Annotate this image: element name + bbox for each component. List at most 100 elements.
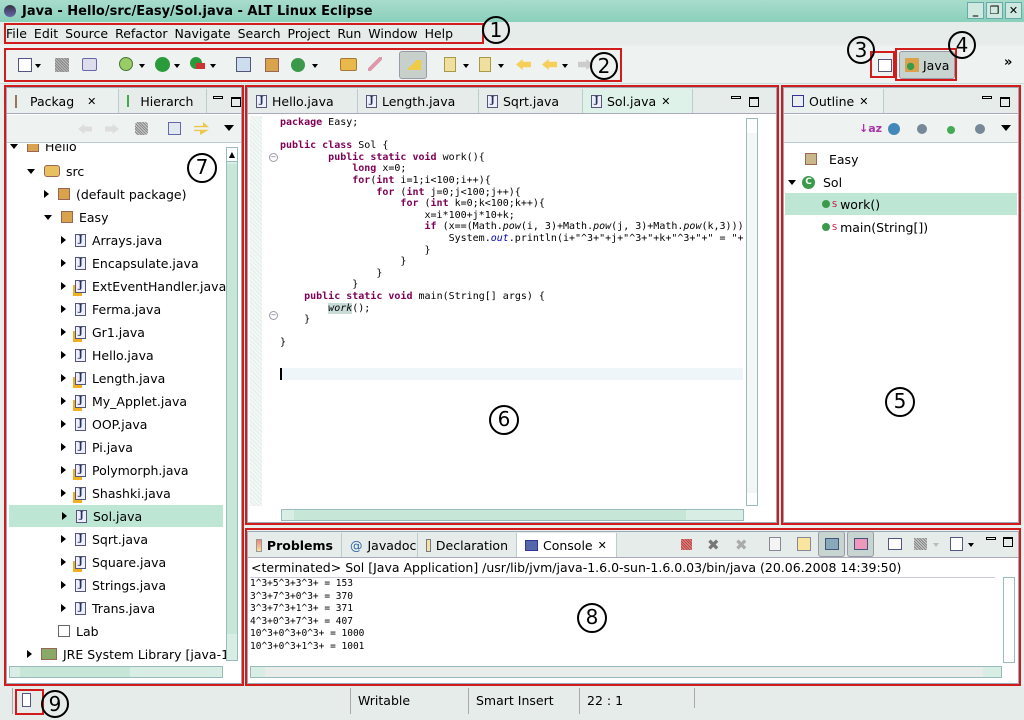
console-vscrollbar[interactable]: [1003, 577, 1015, 663]
tree-item[interactable]: Lab: [44, 620, 99, 642]
new-package-icon[interactable]: [265, 58, 279, 72]
open-console-icon[interactable]: [950, 537, 963, 551]
debug-icon[interactable]: [119, 57, 133, 71]
menu-search[interactable]: Search: [238, 26, 281, 41]
run-icon[interactable]: [155, 57, 170, 72]
tree-item[interactable]: J OOP.java: [61, 413, 147, 435]
sort-icon[interactable]: ↓az: [859, 122, 882, 135]
scroll-thumb[interactable]: [294, 510, 686, 520]
tab-declaration[interactable]: Declaration: [418, 533, 517, 557]
minimize-view-button[interactable]: [731, 96, 741, 99]
maximize-view-button[interactable]: [231, 97, 241, 107]
fold-icon[interactable]: −: [269, 153, 278, 162]
menu-source[interactable]: Source: [65, 26, 108, 41]
tab-hierarchy[interactable]: Hierarch: [119, 89, 208, 113]
tree-item[interactable]: J Shashki.java: [61, 482, 171, 504]
scroll-thumb[interactable]: [747, 133, 757, 493]
editor-hscrollbar[interactable]: [281, 509, 744, 521]
tab-outline[interactable]: Outline ✕: [784, 89, 884, 113]
dropdown-icon[interactable]: [968, 543, 974, 547]
menu-project[interactable]: Project: [288, 26, 331, 41]
editor-tab-sqrt[interactable]: J Sqrt.java: [479, 89, 583, 113]
tree-item[interactable]: Easy: [44, 206, 108, 228]
dropdown-icon[interactable]: [312, 64, 318, 68]
outline-item-method[interactable]: S work(): [785, 193, 1017, 215]
tree-item[interactable]: J Trans.java: [61, 597, 155, 619]
restore-button[interactable]: ❐: [986, 2, 1003, 19]
tree-item[interactable]: J Pi.java: [61, 436, 133, 458]
maximize-view-button[interactable]: [749, 97, 759, 107]
maximize-view-button[interactable]: [1003, 537, 1013, 547]
dropdown-icon[interactable]: [174, 64, 180, 68]
expand-arrow-icon[interactable]: [61, 489, 66, 497]
dropdown-icon[interactable]: [139, 64, 145, 68]
collapse-all-icon[interactable]: [168, 122, 181, 135]
tree-item[interactable]: J Length.java: [61, 367, 165, 389]
menu-run[interactable]: Run: [337, 26, 361, 41]
expand-arrow-icon[interactable]: [61, 236, 66, 244]
print-icon[interactable]: [82, 58, 97, 71]
terminate-icon[interactable]: [681, 539, 692, 550]
scroll-lock-icon[interactable]: [797, 537, 811, 551]
tree-item[interactable]: J Strings.java: [61, 574, 166, 596]
expand-arrow-icon[interactable]: [27, 650, 32, 658]
tree-item[interactable]: J Gr1.java: [61, 321, 145, 343]
expand-arrow-icon[interactable]: [62, 512, 67, 520]
expand-arrow-icon[interactable]: [61, 259, 66, 267]
expand-arrow-icon[interactable]: [61, 558, 66, 566]
menu-help[interactable]: Help: [425, 26, 454, 41]
scroll-thumb[interactable]: [265, 667, 983, 677]
minimize-view-button[interactable]: [986, 537, 996, 540]
scroll-thumb[interactable]: [20, 667, 130, 677]
hide-local-types-icon[interactable]: [975, 124, 985, 134]
expand-arrow-icon[interactable]: [61, 374, 66, 382]
toggle-mark-occurrences-icon[interactable]: [399, 51, 427, 79]
tree-item[interactable]: J ExtEventHandler.java: [61, 275, 226, 297]
search-icon[interactable]: [368, 57, 382, 71]
menu-refactor[interactable]: Refactor: [115, 26, 167, 41]
maximize-view-button[interactable]: [1000, 97, 1010, 107]
expand-arrow-icon[interactable]: [61, 443, 66, 451]
show-on-stdout-button[interactable]: [818, 531, 845, 557]
view-menu-icon[interactable]: [1001, 125, 1011, 131]
console-output[interactable]: 1^3+5^3+3^3+ = 153 3^3+7^3+0^3+ = 370 3^3+…: [250, 577, 995, 662]
collapse-arrow-icon[interactable]: [27, 168, 35, 174]
perspective-overflow-button[interactable]: »: [1004, 55, 1012, 70]
dropdown-icon[interactable]: [210, 64, 216, 68]
dropdown-icon[interactable]: [463, 64, 469, 68]
collapse-arrow-icon[interactable]: [788, 179, 796, 185]
close-icon[interactable]: ✕: [598, 539, 607, 552]
minimize-view-button[interactable]: [213, 96, 224, 99]
tab-javadoc[interactable]: @ Javadoc: [342, 533, 418, 557]
expand-arrow-icon[interactable]: [61, 604, 66, 612]
minimize-button[interactable]: _: [967, 2, 984, 19]
tree-item[interactable]: J Polymorph.java: [61, 459, 189, 481]
dropdown-icon[interactable]: [35, 64, 41, 68]
dropdown-icon[interactable]: [933, 543, 939, 547]
tab-package-explorer[interactable]: Packag ✕: [7, 89, 120, 113]
code-editor[interactable]: package Easy; public class Sol { public …: [280, 117, 744, 497]
hide-fields-icon[interactable]: [888, 123, 900, 135]
tree-item[interactable]: J Sol.java: [9, 505, 223, 527]
expand-arrow-icon[interactable]: [61, 351, 66, 359]
dropdown-icon[interactable]: [562, 64, 568, 68]
tab-console[interactable]: Console ✕: [517, 533, 617, 557]
display-console-icon[interactable]: [914, 538, 927, 550]
console-hscrollbar[interactable]: [250, 666, 1002, 678]
new-wizard-icon[interactable]: [18, 58, 32, 72]
tree-item[interactable]: (default package): [44, 183, 186, 205]
hide-static-icon[interactable]: [917, 124, 927, 134]
expand-arrow-icon[interactable]: [44, 190, 49, 198]
tree-item[interactable]: JRE System Library [java-1.: [27, 643, 233, 665]
fold-icon[interactable]: −: [269, 311, 278, 320]
tree-item[interactable]: J Square.java: [61, 551, 166, 573]
expand-arrow-icon[interactable]: [61, 282, 66, 290]
package-explorer-vscrollbar[interactable]: ▲: [226, 147, 238, 661]
hide-non-public-icon[interactable]: [947, 126, 955, 134]
remove-all-terminated-icon[interactable]: ✖: [735, 536, 748, 554]
editor-tab-hello[interactable]: J Hello.java: [248, 89, 358, 113]
open-type-icon[interactable]: [340, 58, 357, 71]
tree-item[interactable]: src: [27, 160, 84, 182]
expand-arrow-icon[interactable]: [61, 420, 66, 428]
editor-tab-length[interactable]: J Length.java: [358, 89, 479, 113]
